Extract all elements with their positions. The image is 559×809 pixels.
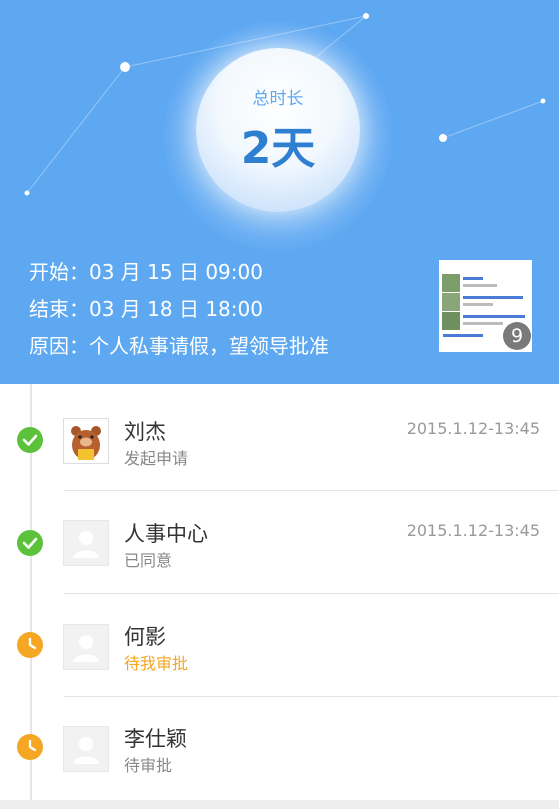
approver-name: 何影 <box>124 625 166 649</box>
leave-summary-header: 总时长 2天 开始：03 月 15 日 09:00 结束：03 月 18 日 1… <box>0 0 559 384</box>
default-avatar <box>63 520 109 566</box>
approval-item[interactable]: 何影 待我审批 <box>0 594 559 697</box>
duration-value: 2天 <box>240 123 316 174</box>
start-label: 开始： <box>29 260 89 284</box>
clock-icon <box>17 734 43 760</box>
approval-timeline: 刘杰 发起申请 2015.1.12-13:45 人事中心 已同意 2015.1.… <box>0 384 559 800</box>
approver-name: 李仕颖 <box>124 727 187 751</box>
bottom-bar <box>0 800 559 809</box>
approver-name: 刘杰 <box>124 420 166 444</box>
approval-status: 已同意 <box>124 551 173 570</box>
default-avatar <box>63 624 109 670</box>
duration-orb: 总时长 2天 <box>196 48 360 212</box>
approval-item[interactable]: 人事中心 已同意 2015.1.12-13:45 <box>0 491 559 594</box>
approval-item[interactable]: 刘杰 发起申请 2015.1.12-13:45 <box>0 384 559 487</box>
approval-time: 2015.1.12-13:45 <box>406 521 540 540</box>
end-row: 结束：03 月 18 日 18:00 <box>29 293 263 322</box>
attachment-count-badge: 9 <box>503 322 531 350</box>
approval-status: 待我审批 <box>124 654 189 673</box>
clock-icon <box>17 632 43 658</box>
approval-item[interactable]: 李仕颖 待审批 <box>0 697 559 800</box>
reason-row: 原因：个人私事请假，望领导批准 <box>29 330 329 359</box>
reason-label: 原因： <box>29 334 89 358</box>
end-value: 03 月 18 日 18:00 <box>89 297 263 321</box>
start-value: 03 月 15 日 09:00 <box>89 260 263 284</box>
start-row: 开始：03 月 15 日 09:00 <box>29 256 263 285</box>
bear-avatar <box>63 418 109 464</box>
check-icon <box>17 427 43 453</box>
duration-label: 总时长 <box>252 89 304 109</box>
check-icon <box>17 530 43 556</box>
approver-name: 人事中心 <box>124 522 208 546</box>
approval-status: 发起申请 <box>124 449 189 468</box>
approval-status: 待审批 <box>124 756 173 775</box>
approval-time: 2015.1.12-13:45 <box>406 419 540 438</box>
end-label: 结束： <box>29 297 89 321</box>
reason-value: 个人私事请假，望领导批准 <box>89 334 329 358</box>
default-avatar <box>63 726 109 772</box>
